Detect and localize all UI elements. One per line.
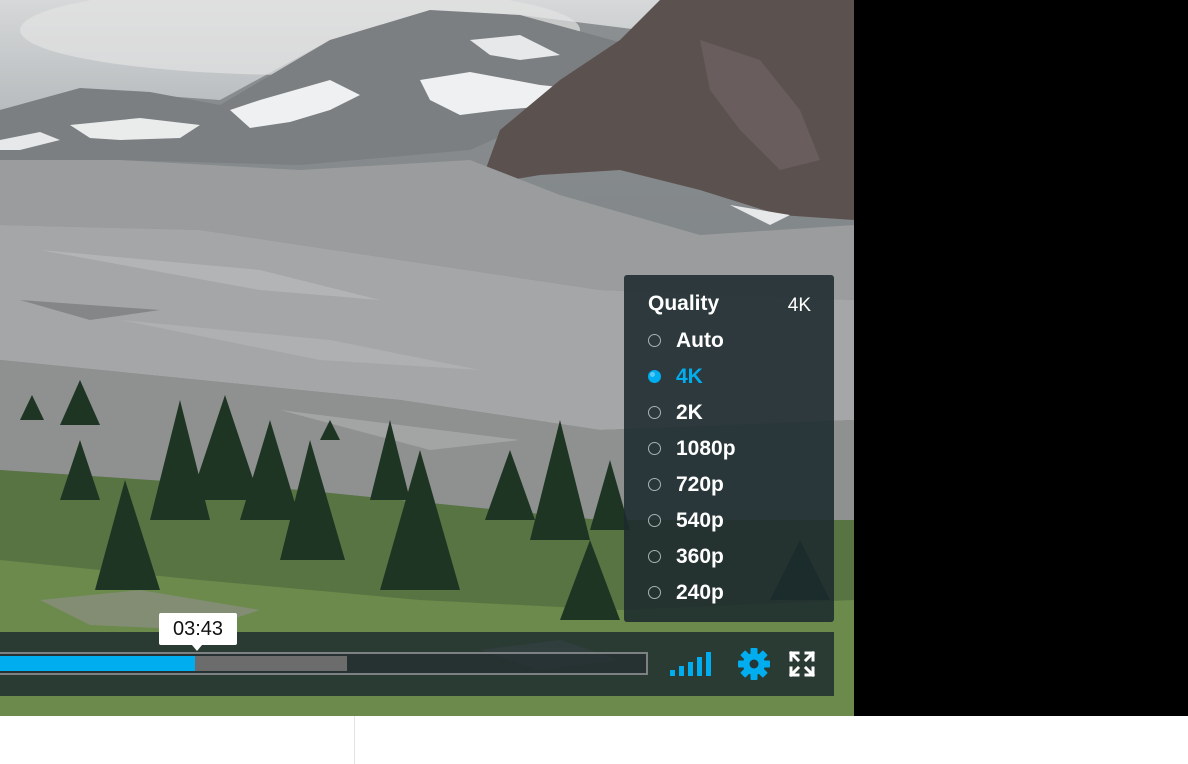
- quality-current-value: 4K: [787, 295, 811, 316]
- page-footer-area: [0, 716, 1188, 764]
- radio-icon: [648, 514, 661, 527]
- gear-icon: [738, 648, 770, 680]
- fullscreen-button[interactable]: [788, 650, 816, 678]
- quality-option-360p[interactable]: 360p: [648, 543, 818, 573]
- signal-strength-button[interactable]: [668, 648, 718, 678]
- quality-option-label: 540p: [676, 509, 724, 532]
- quality-option-4k[interactable]: 4K: [648, 363, 818, 393]
- quality-option-label: Auto: [676, 329, 724, 352]
- divider: [354, 716, 355, 764]
- quality-menu-header: Quality 4K: [648, 292, 811, 318]
- quality-option-label: 240p: [676, 581, 724, 604]
- progress-bar[interactable]: [0, 652, 648, 675]
- quality-menu: Quality 4K Auto 4K 2K 1080p 720p 540p 36…: [624, 275, 834, 622]
- quality-option-1080p[interactable]: 1080p: [648, 435, 818, 465]
- quality-option-label: 2K: [676, 401, 703, 424]
- time-tooltip: 03:43: [159, 613, 237, 651]
- signal-strength-icon: [670, 652, 711, 676]
- radio-icon: [648, 406, 661, 419]
- quality-menu-title: Quality: [648, 292, 720, 315]
- progress-played: [0, 656, 196, 671]
- radio-icon: [648, 442, 661, 455]
- radio-icon: [648, 550, 661, 563]
- quality-option-label: 360p: [676, 545, 724, 568]
- radio-icon: [648, 586, 661, 599]
- quality-option-label: 720p: [676, 473, 724, 496]
- quality-option-240p[interactable]: 240p: [648, 579, 818, 609]
- radio-icon: [648, 478, 661, 491]
- settings-button[interactable]: [736, 646, 772, 682]
- quality-option-label: 1080p: [676, 437, 736, 460]
- radio-selected-icon: [648, 370, 661, 383]
- video-player[interactable]: Quality 4K Auto 4K 2K 1080p 720p 540p 36…: [0, 0, 854, 716]
- quality-option-auto[interactable]: Auto: [648, 327, 818, 357]
- quality-option-2k[interactable]: 2K: [648, 399, 818, 429]
- quality-option-540p[interactable]: 540p: [648, 507, 818, 537]
- radio-icon: [648, 334, 661, 347]
- quality-option-label: 4K: [676, 365, 703, 388]
- fullscreen-icon: [788, 650, 816, 678]
- quality-option-720p[interactable]: 720p: [648, 471, 818, 501]
- letterbox-right: [854, 0, 1188, 716]
